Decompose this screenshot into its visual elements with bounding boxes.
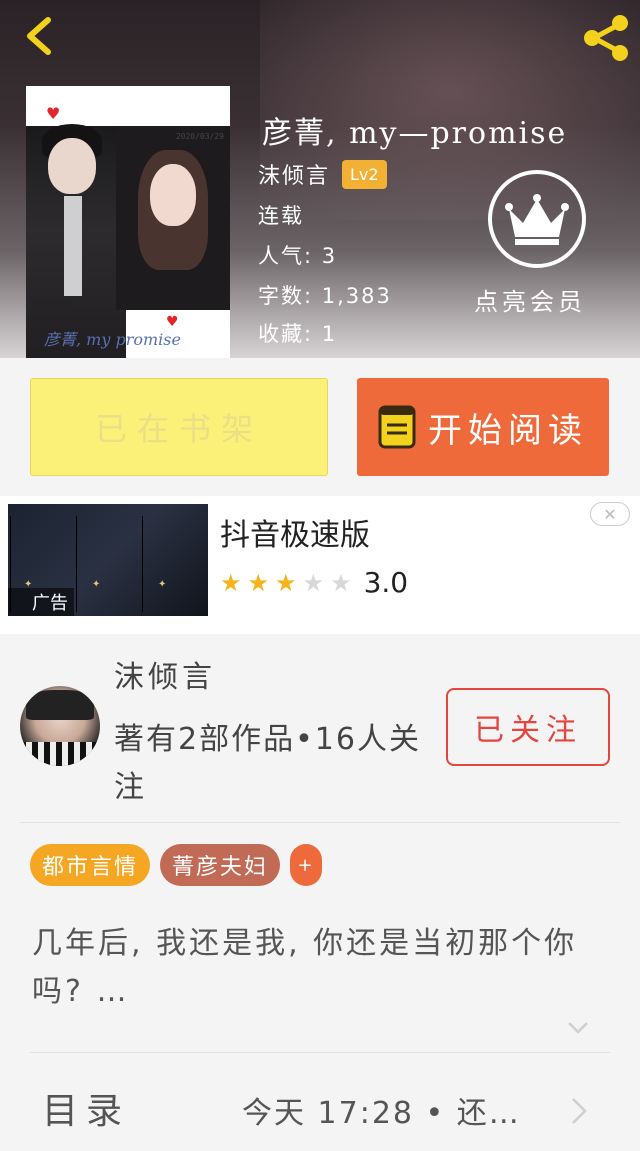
avatar-detail: [20, 742, 100, 766]
author-row: 沫倾言 Lv2: [258, 158, 387, 190]
bookshelf-label: 已在书架: [94, 410, 263, 448]
tag-couple[interactable]: 菁彦夫妇: [160, 844, 281, 886]
chevron-left-icon[interactable]: [18, 12, 66, 60]
vip-label[interactable]: 点亮会员: [474, 282, 586, 317]
heart-icon: ♥: [46, 104, 61, 123]
ad-frame: [76, 516, 138, 612]
crown-icon[interactable]: [488, 170, 586, 268]
cover-figure: [150, 164, 196, 226]
star-icon: ★: [330, 568, 352, 597]
author-card: 沫倾言 著有2部作品•16人关注 已关注 都市言情 菁彦夫妇 + 几年后, 我还…: [0, 634, 640, 1151]
word-count: 字数: 1,383: [258, 284, 392, 308]
book-status: 连载: [258, 204, 304, 228]
ad-rating-value: 3.0: [363, 566, 409, 599]
synopsis[interactable]: 几年后, 我还是我, 你还是当初那个你吗? …: [32, 920, 598, 1016]
cover-text: TONIGHT.: [30, 300, 74, 310]
ad-frame: [142, 516, 204, 612]
star-icon: ★: [220, 568, 242, 597]
avatar-detail: [26, 690, 94, 720]
book-icon: [378, 405, 416, 449]
action-bar: 已在书架 开始阅读: [0, 358, 640, 496]
divider: [30, 1052, 610, 1053]
chevron-down-icon[interactable]: [566, 1020, 590, 1036]
cover-figure: [64, 196, 82, 296]
close-icon[interactable]: ✕: [590, 502, 630, 526]
add-tag-button[interactable]: +: [290, 844, 323, 886]
bookshelf-button[interactable]: 已在书架: [30, 378, 328, 476]
latest-chapter: 今天 17:28 • 还…: [242, 1096, 521, 1131]
ad-banner[interactable]: ✦ ✦ ✦ 广告 抖音极速版 ★ ★ ★ ★ ★ 3.0 ✕: [0, 496, 640, 634]
level-badge: Lv2: [342, 159, 387, 189]
book-cover[interactable]: ♥ 2020/03/29 TONIGHT. ♥ 彦菁, my promise: [26, 86, 230, 358]
share-icon[interactable]: [578, 10, 634, 66]
table-of-contents[interactable]: 目录 今天 17:28 • 还…: [0, 1054, 640, 1151]
star-icon: ★: [275, 568, 297, 597]
author-stats: 著有2部作品•16人关注: [114, 722, 421, 805]
ad-title[interactable]: 抖音极速版: [220, 510, 370, 554]
author-card-name[interactable]: 沫倾言: [114, 652, 216, 696]
follow-button[interactable]: 已关注: [446, 688, 610, 766]
ad-frame-caption: ✦: [158, 579, 167, 590]
author-name[interactable]: 沫倾言: [258, 158, 330, 190]
cover-figure: [48, 138, 96, 194]
book-header: ♥ 2020/03/29 TONIGHT. ♥ 彦菁, my promise 彦…: [0, 0, 640, 358]
tag-list: 都市言情 菁彦夫妇 +: [30, 844, 332, 886]
start-reading-label: 开始阅读: [428, 410, 588, 451]
ad-thumbnail[interactable]: ✦ ✦ ✦ 广告: [8, 504, 208, 616]
ad-rating: ★ ★ ★ ★ ★ 3.0: [220, 566, 408, 599]
star-icon: ★: [247, 568, 270, 597]
ad-frame-caption: ✦: [92, 579, 101, 590]
chevron-right-icon: [572, 1098, 587, 1124]
popularity: 人气: 3: [258, 244, 338, 268]
follow-label: 已关注: [474, 713, 582, 748]
toc-label: 目录: [42, 1091, 131, 1132]
tag-urban-romance[interactable]: 都市言情: [30, 844, 151, 886]
start-reading-button[interactable]: 开始阅读: [357, 378, 609, 476]
favorites-count: 收藏: 1: [258, 322, 338, 346]
divider: [20, 822, 620, 823]
avatar[interactable]: [20, 686, 100, 766]
ad-tag: 广告: [8, 588, 74, 616]
cover-date: 2020/03/29: [175, 132, 224, 141]
star-icon: ★: [302, 568, 325, 597]
cover-caption: 彦菁, my promise: [44, 330, 181, 349]
book-title: 彦菁, my—promise: [262, 116, 568, 151]
